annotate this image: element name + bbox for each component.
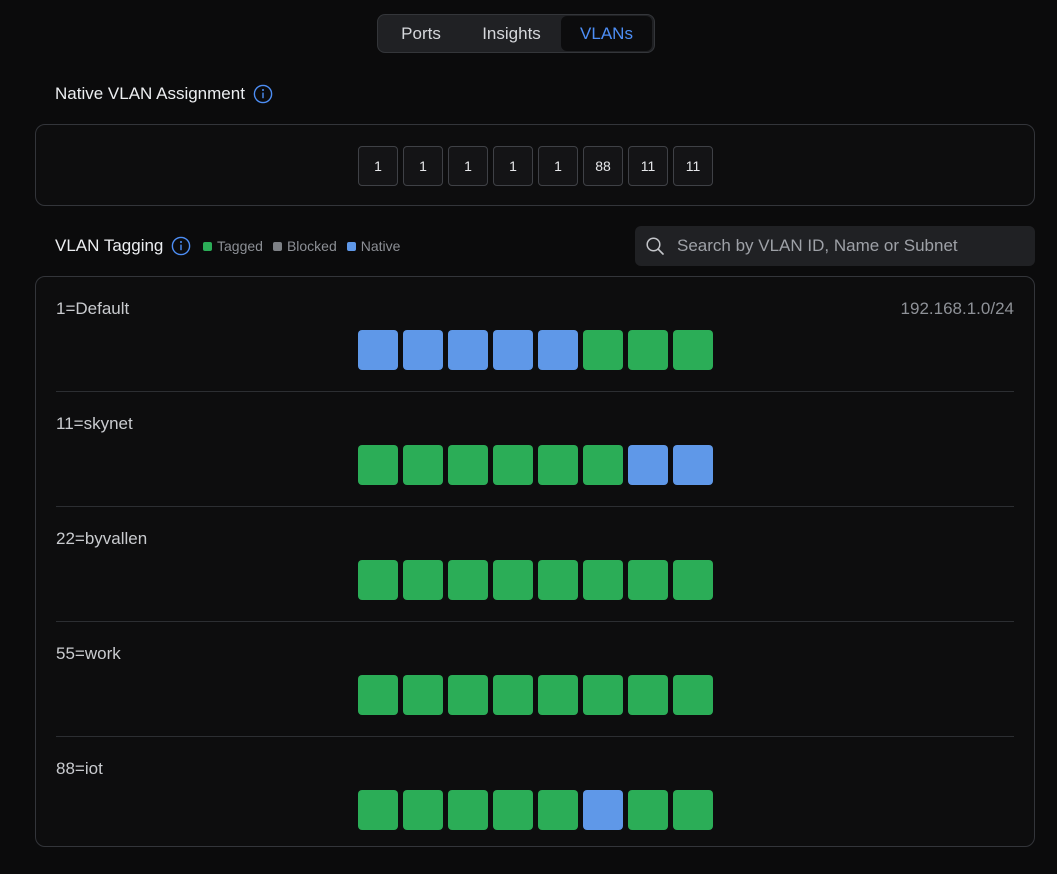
port-2-tagged[interactable] — [403, 445, 443, 485]
tab-vlans[interactable]: VLANs — [561, 16, 652, 51]
vlan-tagging-heading: VLAN Tagging — [55, 234, 191, 258]
port-row — [358, 445, 713, 485]
native-vlan-card: 1 1 1 1 1 88 11 11 — [35, 124, 1035, 206]
port-5-tagged[interactable] — [538, 790, 578, 830]
native-port-6[interactable]: 88 — [583, 146, 623, 186]
vlan-row: 11=skynet — [56, 392, 1014, 507]
port-row — [358, 675, 713, 715]
port-row — [358, 790, 713, 830]
vlan-row: 1=Default 192.168.1.0/24 — [56, 277, 1014, 392]
port-1-tagged[interactable] — [358, 560, 398, 600]
port-5-tagged[interactable] — [538, 560, 578, 600]
vlan-tagging-title: VLAN Tagging — [55, 236, 164, 255]
legend-swatch-blocked — [272, 241, 282, 251]
search-input[interactable] — [675, 235, 1035, 257]
tab-ports[interactable]: Ports — [380, 16, 462, 51]
vlan-row: 22=byvallen — [56, 507, 1014, 622]
port-5-native[interactable] — [538, 330, 578, 370]
vlan-subnet: 192.168.1.0/24 — [900, 299, 1014, 318]
native-port-1[interactable]: 1 — [358, 146, 398, 186]
vlan-tagging-card: 1=Default 192.168.1.0/24 11=skynet 22=by… — [35, 276, 1035, 847]
port-4-tagged[interactable] — [493, 790, 533, 830]
port-8-native[interactable] — [673, 445, 713, 485]
vlan-name: 55=work — [56, 644, 121, 663]
port-4-tagged[interactable] — [493, 675, 533, 715]
port-5-tagged[interactable] — [538, 445, 578, 485]
port-8-tagged[interactable] — [673, 675, 713, 715]
native-port-7[interactable]: 11 — [628, 146, 668, 186]
native-port-4[interactable]: 1 — [493, 146, 533, 186]
vlan-name: 22=byvallen — [56, 529, 148, 548]
port-7-tagged[interactable] — [628, 790, 668, 830]
search-icon — [645, 236, 665, 256]
tab-insights[interactable]: Insights — [462, 16, 561, 51]
legend-label: Native — [360, 238, 401, 254]
port-3-tagged[interactable] — [448, 560, 488, 600]
port-8-tagged[interactable] — [673, 560, 713, 600]
vlan-row: 55=work — [56, 622, 1014, 737]
port-7-tagged[interactable] — [628, 330, 668, 370]
port-1-native[interactable] — [358, 330, 398, 370]
vlan-name: 88=iot — [56, 759, 103, 778]
vlan-search-box[interactable] — [635, 226, 1035, 266]
port-4-tagged[interactable] — [493, 560, 533, 600]
port-row — [358, 330, 713, 370]
vlan-name: 11=skynet — [56, 414, 133, 433]
native-port-2[interactable]: 1 — [403, 146, 443, 186]
port-1-tagged[interactable] — [358, 675, 398, 715]
port-8-tagged[interactable] — [673, 790, 713, 830]
port-1-tagged[interactable] — [358, 790, 398, 830]
info-icon[interactable] — [253, 84, 273, 104]
legend-blocked: Blocked — [272, 238, 337, 254]
port-1-tagged[interactable] — [358, 445, 398, 485]
port-7-tagged[interactable] — [628, 560, 668, 600]
native-port-row: 1 1 1 1 1 88 11 11 — [358, 146, 713, 186]
vlan-page: Ports Insights VLANs Native VLAN Assignm… — [0, 0, 1057, 874]
port-2-native[interactable] — [403, 330, 443, 370]
legend-native: Native — [346, 238, 401, 254]
port-3-tagged[interactable] — [448, 445, 488, 485]
info-icon[interactable] — [171, 236, 191, 256]
port-2-tagged[interactable] — [403, 675, 443, 715]
port-6-tagged[interactable] — [583, 330, 623, 370]
port-3-tagged[interactable] — [448, 675, 488, 715]
port-7-native[interactable] — [628, 445, 668, 485]
native-vlan-title: Native VLAN Assignment — [55, 84, 245, 103]
legend-label: Blocked — [286, 238, 337, 254]
native-port-5[interactable]: 1 — [538, 146, 578, 186]
legend-tagged: Tagged — [203, 238, 263, 254]
native-port-8[interactable]: 11 — [673, 146, 713, 186]
port-6-native[interactable] — [583, 790, 623, 830]
port-6-tagged[interactable] — [583, 675, 623, 715]
port-row — [358, 560, 713, 600]
legend: Tagged Blocked Native — [203, 238, 410, 254]
legend-swatch-tagged — [203, 241, 212, 251]
legend-label: Tagged — [217, 238, 263, 254]
vlan-row: 88=iot — [56, 737, 1014, 851]
tab-bar: Ports Insights VLANs — [377, 14, 655, 53]
port-3-native[interactable] — [448, 330, 488, 370]
port-6-tagged[interactable] — [583, 445, 623, 485]
port-5-tagged[interactable] — [538, 675, 578, 715]
port-2-tagged[interactable] — [403, 790, 443, 830]
port-4-tagged[interactable] — [493, 445, 533, 485]
native-vlan-heading: Native VLAN Assignment — [55, 82, 273, 106]
port-2-tagged[interactable] — [403, 560, 443, 600]
native-port-3[interactable]: 1 — [448, 146, 488, 186]
port-7-tagged[interactable] — [628, 675, 668, 715]
port-6-tagged[interactable] — [583, 560, 623, 600]
port-3-tagged[interactable] — [448, 790, 488, 830]
legend-swatch-native — [346, 241, 356, 251]
vlan-name: 1=Default — [56, 299, 130, 318]
port-8-tagged[interactable] — [673, 330, 713, 370]
port-4-native[interactable] — [493, 330, 533, 370]
